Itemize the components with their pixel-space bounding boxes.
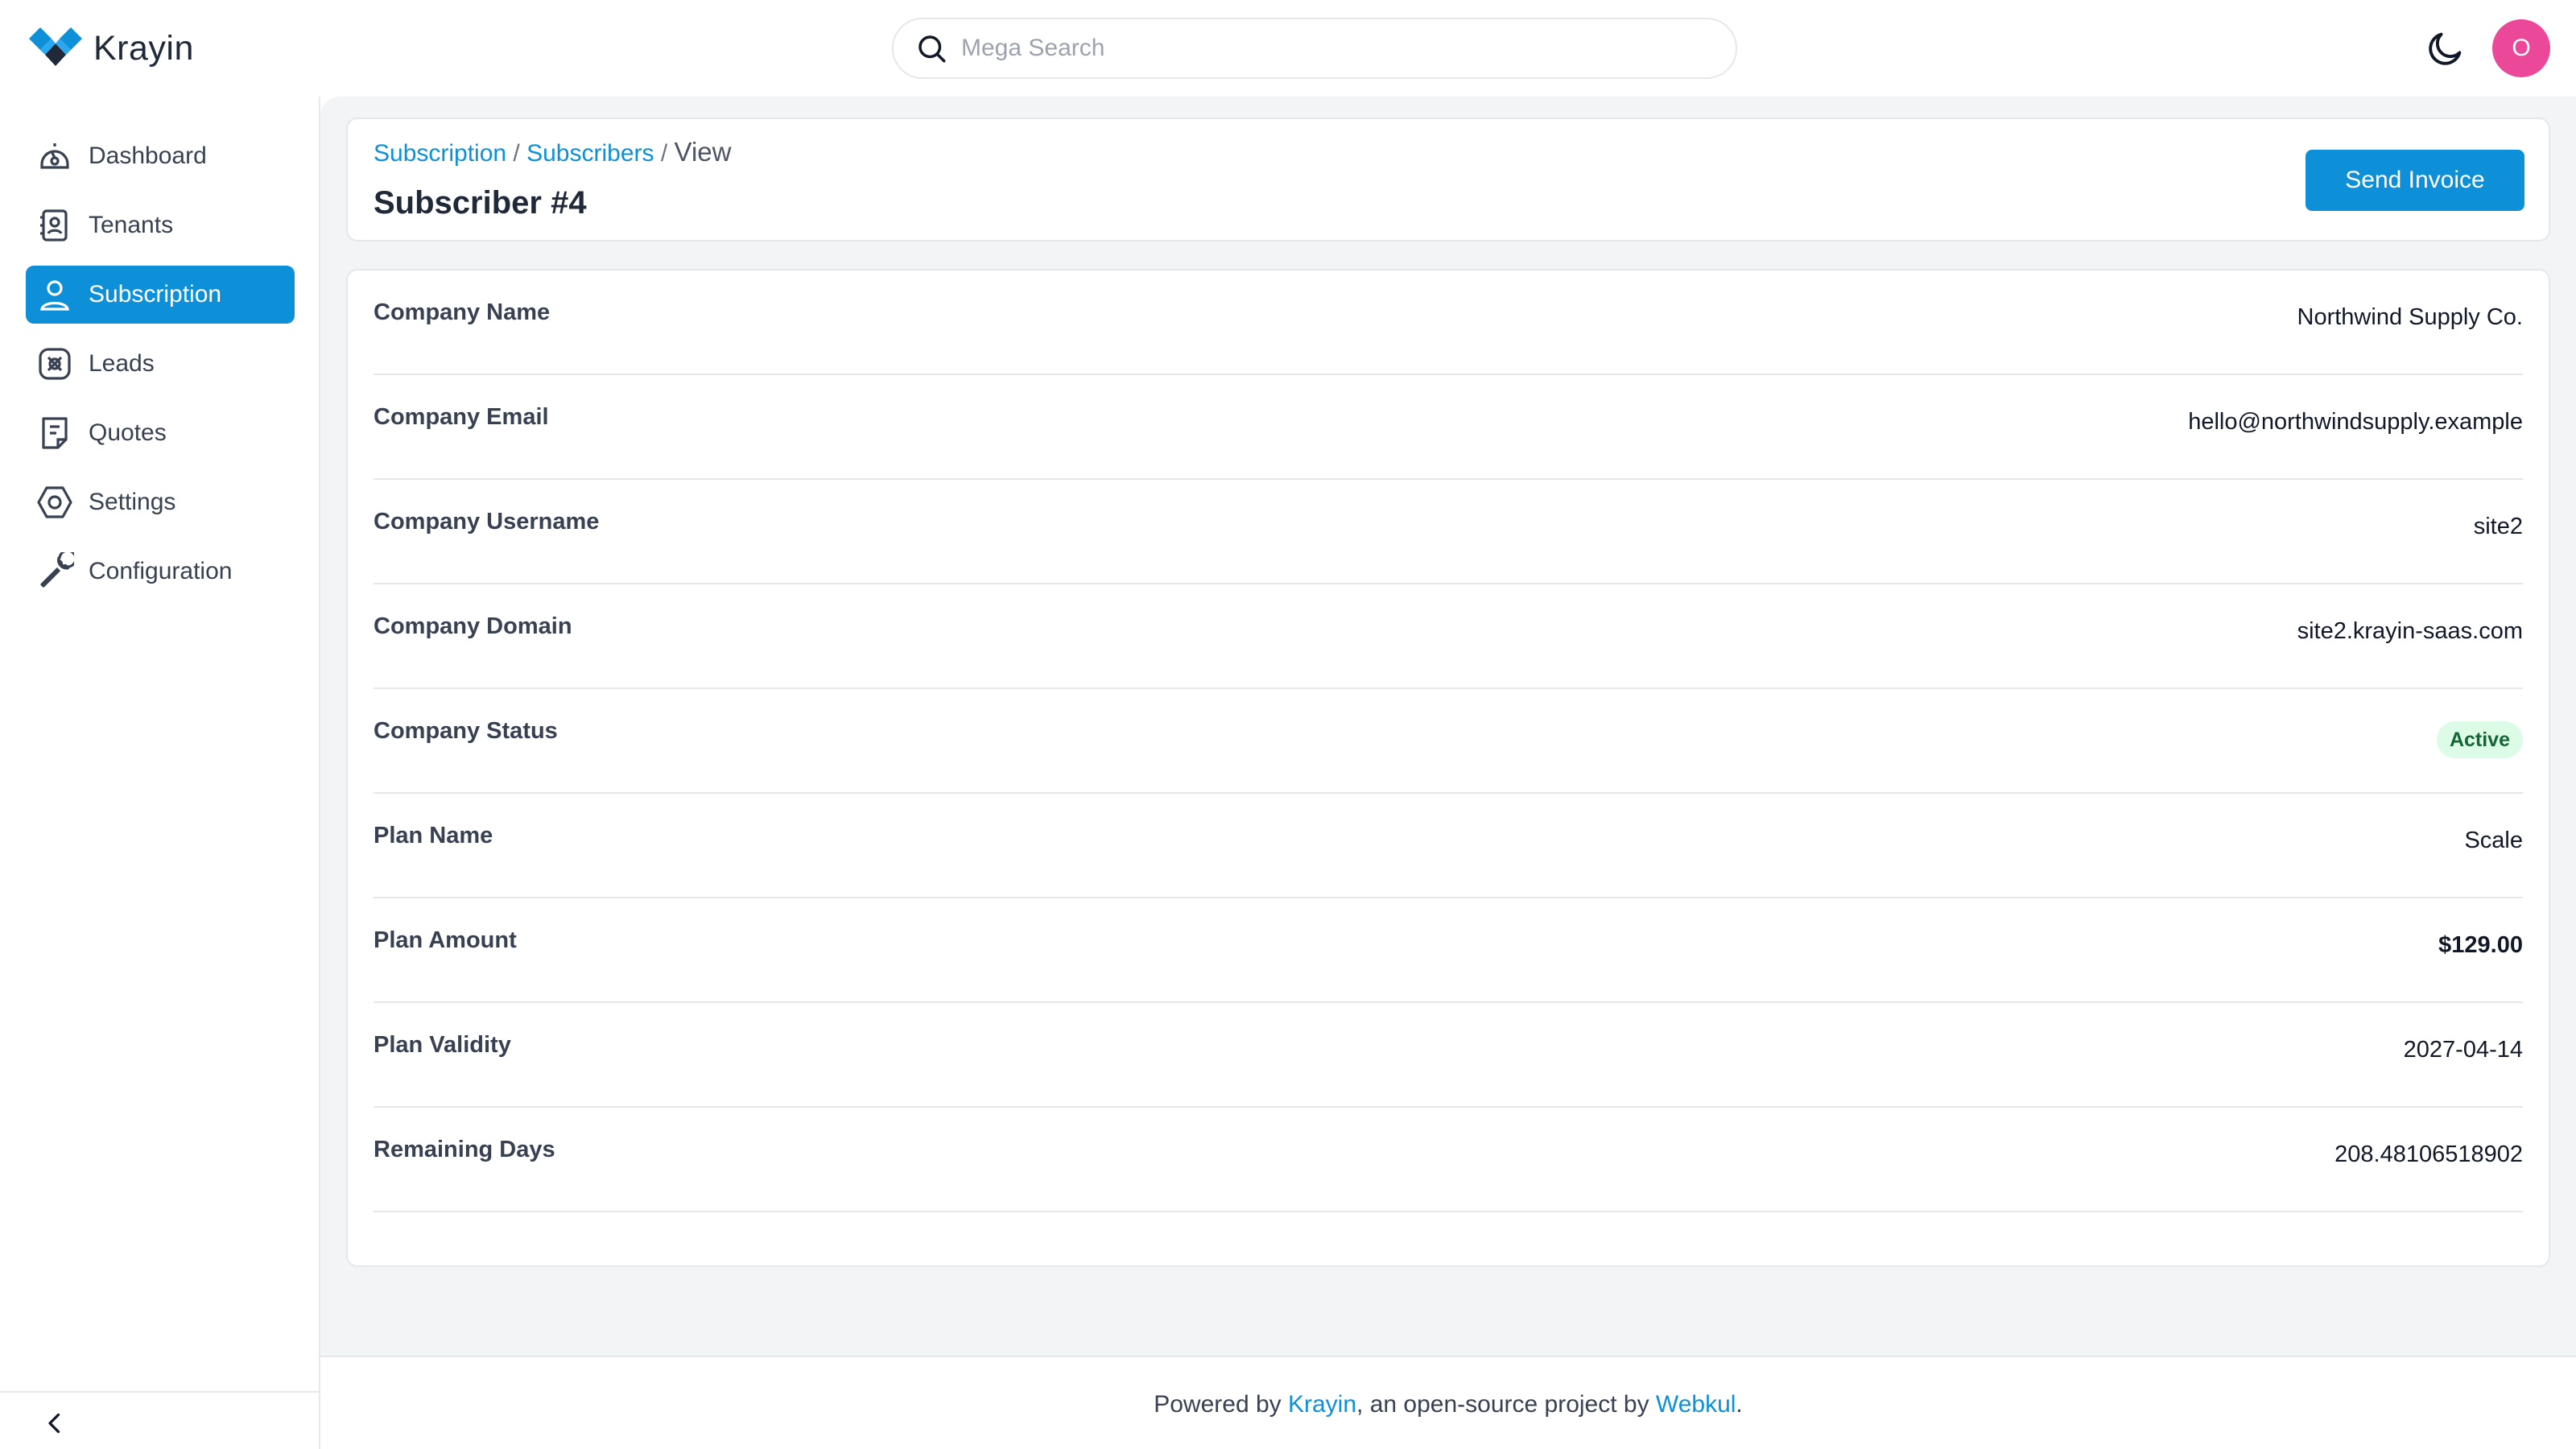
leads-icon [39,348,71,380]
user-icon [40,280,69,311]
footer-text: Powered by [1154,1391,1288,1418]
detail-row-company-domain: Company Domain site2.krayin-saas.com [374,584,2523,689]
breadcrumb-separator: / [506,140,527,167]
detail-row-remaining-days: Remaining Days 208.48106518902 [374,1108,2523,1212]
footer: Powered by Krayin, an open-source projec… [320,1356,2576,1449]
detail-label: Remaining Days [374,1137,555,1162]
status-badge: Active [2436,721,2523,758]
sidebar-item-dashboard[interactable]: Dashboard [26,127,295,185]
detail-value: Scale [2464,828,2523,853]
detail-value: 208.48106518902 [2334,1141,2523,1167]
search-icon [919,35,946,63]
page-header-card: Subscription / Subscribers / View Subscr… [346,118,2550,242]
sidebar-item-tenants[interactable]: Tenants [26,196,295,254]
detail-label: Company Name [374,299,551,325]
breadcrumb-subscription-link[interactable]: Subscription [374,140,506,167]
quotes-icon [42,417,68,449]
detail-label: Plan Validity [374,1032,511,1058]
detail-label: Company Domain [374,613,572,639]
settings-icon [37,486,72,518]
sidebar-item-label: Subscription [89,281,222,308]
detail-value: site2 [2473,514,2523,539]
detail-row-plan-name: Plan Name Scale [374,794,2523,898]
wrench-icon [40,552,74,588]
user-avatar[interactable]: O [2492,19,2550,77]
detail-label: Company Status [374,718,558,744]
dark-mode-toggle-icon[interactable] [2425,27,2467,69]
send-invoice-button[interactable]: Send Invoice [2306,150,2524,211]
search-input[interactable] [961,35,1686,62]
subscriber-details-card: Company Name Northwind Supply Co. Compan… [346,269,2550,1267]
breadcrumb-subscribers-link[interactable]: Subscribers [526,140,654,167]
breadcrumb: Subscription / Subscribers / View [374,137,731,167]
detail-value: site2.krayin-saas.com [2297,618,2523,644]
chevron-left-icon [48,1413,60,1434]
footer-krayin-link[interactable]: Krayin [1288,1391,1356,1418]
top-bar: Krayin O [0,0,2576,97]
sidebar: Dashboard Tenants Subscription Leads Quo… [0,97,320,1449]
detail-value: 2027-04-14 [2403,1037,2523,1063]
detail-label: Plan Amount [374,927,517,953]
sidebar-item-settings[interactable]: Settings [26,473,295,531]
breadcrumb-separator: / [654,140,675,167]
detail-value: Northwind Supply Co. [2297,304,2523,330]
footer-webkul-link[interactable]: Webkul [1656,1391,1736,1418]
sidebar-item-leads[interactable]: Leads [26,335,295,393]
detail-row-plan-validity: Plan Validity 2027-04-14 [374,1003,2523,1108]
tenants-icon [40,209,68,242]
detail-value: $129.00 [2438,932,2523,958]
app-name: Krayin [93,28,194,68]
sidebar-item-label: Tenants [89,212,174,238]
krayin-logo-icon [29,27,82,66]
sidebar-item-quotes[interactable]: Quotes [26,404,295,462]
logo[interactable]: Krayin [29,27,194,69]
detail-label: Plan Name [374,823,493,848]
detail-row-company-username: Company Username site2 [374,480,2523,584]
sidebar-item-label: Configuration [89,558,233,584]
breadcrumb-current: View [674,137,732,167]
footer-text: , an open-source project by [1356,1391,1656,1418]
sidebar-item-label: Quotes [89,419,167,446]
page-title: Subscriber #4 [374,185,587,221]
sidebar-item-label: Settings [89,489,176,515]
sidebar-collapse-button[interactable] [0,1391,320,1449]
sidebar-item-label: Leads [89,350,155,377]
sidebar-item-subscription[interactable]: Subscription [26,266,295,324]
sidebar-item-label: Dashboard [89,142,207,169]
detail-row-company-status: Company Status Active [374,689,2523,794]
detail-value: hello@northwindsupply.example [2188,409,2523,435]
detail-row-company-name: Company Name Northwind Supply Co. [374,270,2523,375]
dashboard-icon [40,143,69,169]
detail-label: Company Email [374,404,549,430]
sidebar-item-configuration[interactable]: Configuration [26,543,295,601]
main-content: Subscription / Subscribers / View Subscr… [320,97,2576,1356]
mega-search[interactable] [892,18,1737,79]
detail-row-plan-amount: Plan Amount $129.00 [374,898,2523,1003]
detail-row-company-email: Company Email hello@northwindsupply.exam… [374,375,2523,480]
footer-text: . [1736,1391,1743,1418]
detail-label: Company Username [374,509,600,535]
